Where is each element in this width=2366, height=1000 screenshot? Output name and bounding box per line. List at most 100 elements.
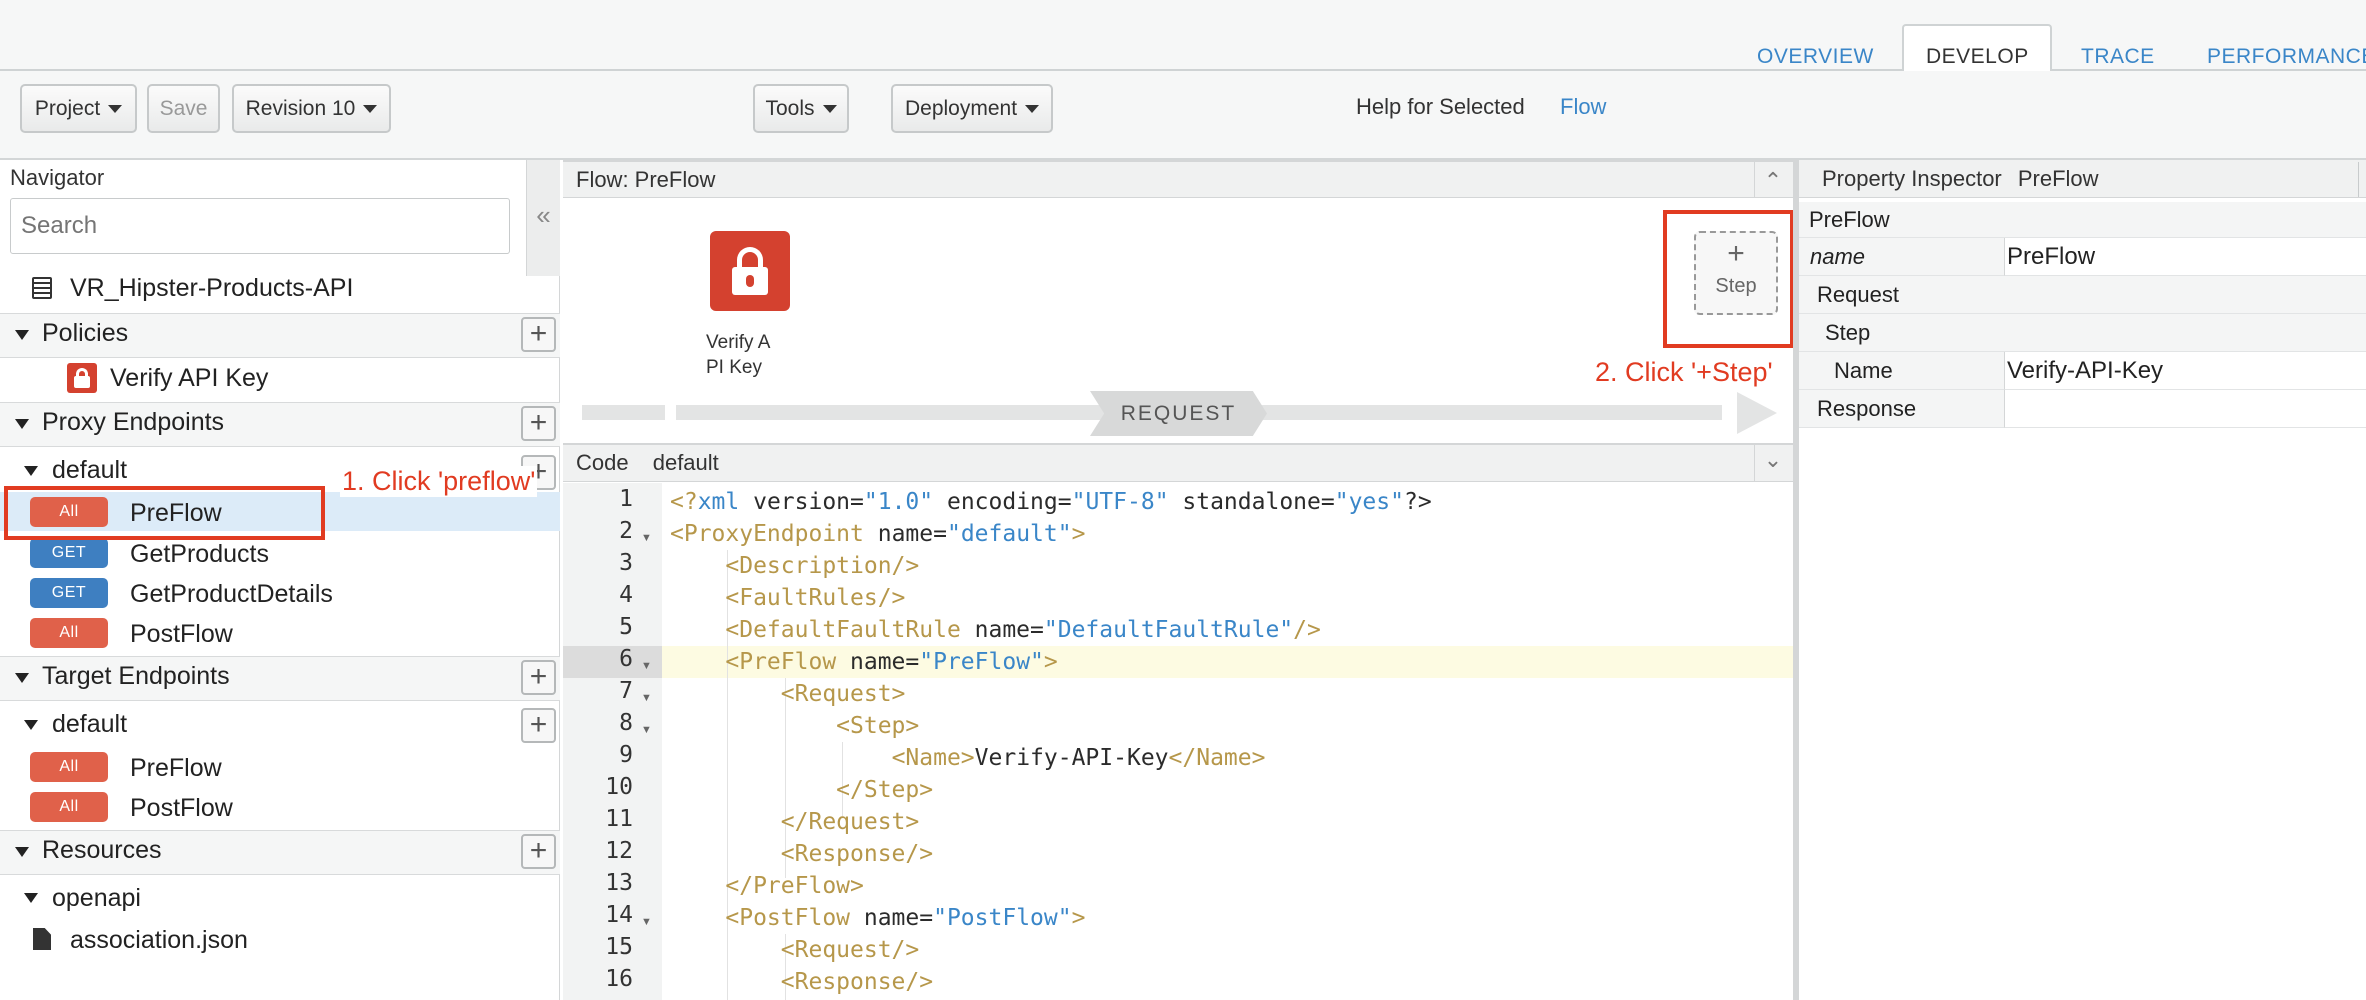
inspector-name-key: name — [1799, 238, 2004, 276]
fold-icon[interactable]: ▼ — [641, 660, 652, 672]
request-label: REQUEST — [1090, 391, 1267, 436]
proxy-flow-getproductdetails[interactable]: GetProductDetails — [130, 580, 333, 609]
revision-dropdown[interactable]: Revision 10 — [232, 84, 391, 133]
code-line: <Response/> — [780, 969, 934, 995]
code-line: <Response/> — [780, 841, 934, 867]
inspector-step-name-value[interactable]: Verify-API-Key — [2004, 352, 2366, 390]
fold-icon[interactable]: ▼ — [641, 724, 652, 736]
expand-triangle-icon[interactable] — [24, 720, 38, 730]
policy-verify-api-key[interactable]: Verify API Key — [110, 364, 268, 393]
code-line: </Step> — [836, 777, 934, 803]
add-resource-button[interactable]: + — [521, 834, 556, 869]
proxy-flow-getproducts[interactable]: GetProducts — [130, 540, 269, 569]
inspector-step: Step — [1799, 314, 2366, 352]
resource-file-association[interactable]: association.json — [70, 926, 248, 955]
flow-badge-get: GET — [30, 538, 108, 568]
add-policy-button[interactable]: + — [521, 317, 556, 352]
tab-trace[interactable]: TRACE — [2081, 45, 2155, 69]
fold-icon[interactable]: ▼ — [641, 692, 652, 704]
chevron-down-icon — [363, 104, 378, 113]
inspector-section-preflow: PreFlow — [1799, 202, 2366, 238]
tab-overview[interactable]: OVERVIEW — [1757, 45, 1874, 69]
verify-api-key-policy-icon[interactable] — [710, 231, 790, 311]
code-line: <DefaultFaultRule name="DefaultFaultRule… — [725, 617, 1321, 643]
help-flow-link[interactable]: Flow — [1560, 94, 1606, 120]
code-line: <Name>Verify-API-Key</Name> — [891, 745, 1266, 771]
project-dropdown[interactable]: Project — [20, 84, 137, 133]
expand-triangle-icon[interactable] — [15, 419, 29, 429]
line-number: 5 — [619, 614, 633, 640]
fold-icon[interactable]: ▼ — [641, 916, 652, 928]
flow-badge-all: All — [30, 792, 108, 822]
inspector-name-value[interactable]: PreFlow — [2004, 238, 2366, 276]
annotation-box-preflow — [4, 486, 325, 540]
add-proxy-endpoint-button[interactable]: + — [521, 406, 556, 441]
proxy-flow-postflow[interactable]: PostFlow — [130, 620, 233, 649]
revision-label: Revision 10 — [245, 96, 356, 120]
line-number: 1 — [619, 486, 633, 512]
tab-develop[interactable]: DEVELOP — [1926, 45, 2029, 69]
deployment-label: Deployment — [904, 96, 1018, 120]
api-name[interactable]: VR_Hipster-Products-API — [70, 274, 353, 303]
navigator-title: Navigator — [0, 160, 526, 197]
deployment-dropdown[interactable]: Deployment — [891, 84, 1053, 133]
save-button[interactable]: Save — [147, 84, 220, 133]
code-line: <PreFlow name="PreFlow"> — [725, 649, 1058, 675]
api-document-icon — [32, 277, 52, 299]
line-number: 13 — [605, 870, 633, 896]
line-numbers: 1 2 3 4 5 6 7 8 9 10 11 12 13 14 15 16 — [563, 486, 633, 998]
code-panel-subtitle: default — [652, 450, 719, 475]
add-target-endpoint-button[interactable]: + — [521, 660, 556, 695]
code-panel-header: Code default — [563, 445, 1793, 482]
target-flow-preflow[interactable]: PreFlow — [130, 754, 222, 783]
code-line: <Request> — [780, 681, 906, 707]
code-panel-title: Code — [576, 450, 629, 475]
annotation-box-step — [1663, 210, 1794, 348]
add-flow-button[interactable]: + — [521, 708, 556, 743]
code-editor[interactable]: <?xml version="1.0" encoding="UTF-8" sta… — [670, 486, 1432, 998]
navigator-search-input[interactable] — [10, 198, 510, 254]
chevron-down-icon — [108, 104, 123, 113]
code-line: <Description/> — [725, 553, 920, 579]
proxy-endpoints-label: Proxy Endpoints — [42, 408, 225, 436]
code-line: <?xml version="1.0" encoding="UTF-8" sta… — [670, 489, 1432, 515]
line-number: 16 — [605, 966, 633, 992]
tab-performance[interactable]: PERFORMANCE — [2207, 45, 2366, 69]
inspector-title: Property Inspector — [1822, 166, 2002, 191]
code-line: <ProxyEndpoint name="default"> — [670, 521, 1086, 547]
resources-label: Resources — [42, 836, 162, 864]
line-number: 6 — [619, 646, 633, 672]
line-number: 4 — [619, 582, 633, 608]
expand-triangle-icon[interactable] — [24, 893, 38, 903]
resource-folder-openapi[interactable]: openapi — [52, 884, 141, 913]
collapse-up-icon[interactable]: ⌃ — [1754, 162, 1791, 198]
policies-label: Policies — [42, 319, 129, 347]
expand-triangle-icon[interactable] — [15, 673, 29, 683]
fold-icon[interactable]: ▼ — [641, 532, 652, 544]
proxy-endpoint-default[interactable]: default — [52, 456, 127, 485]
flow-badge-get: GET — [30, 578, 108, 608]
expand-triangle-icon[interactable] — [15, 847, 29, 857]
inspector-header: Property Inspector PreFlow — [1799, 160, 2366, 198]
line-number: 11 — [605, 806, 633, 832]
line-number: 7 — [619, 678, 633, 704]
expand-triangle-icon[interactable] — [24, 466, 38, 476]
collapse-down-icon[interactable]: ⌄ — [1754, 445, 1791, 482]
expand-triangle-icon[interactable] — [15, 330, 29, 340]
line-number: 15 — [605, 934, 633, 960]
code-line: <FaultRules/> — [725, 585, 906, 611]
flow-badge-all: All — [30, 618, 108, 648]
policy-lock-icon — [67, 363, 97, 393]
line-number: 12 — [605, 838, 633, 864]
tools-dropdown[interactable]: Tools — [753, 84, 849, 133]
policy-step-label: Verify A PI Key — [706, 332, 771, 378]
line-number: 14 — [605, 902, 633, 928]
inspector-response-value[interactable] — [2004, 390, 2366, 428]
code-line: </Request> — [780, 809, 920, 835]
project-label: Project — [34, 96, 101, 120]
chevron-down-icon — [1025, 104, 1040, 113]
collapse-navigator-icon[interactable]: « — [526, 160, 560, 276]
chevron-down-icon — [822, 104, 837, 113]
target-flow-postflow[interactable]: PostFlow — [130, 794, 233, 823]
target-endpoint-default[interactable]: default — [52, 710, 127, 739]
